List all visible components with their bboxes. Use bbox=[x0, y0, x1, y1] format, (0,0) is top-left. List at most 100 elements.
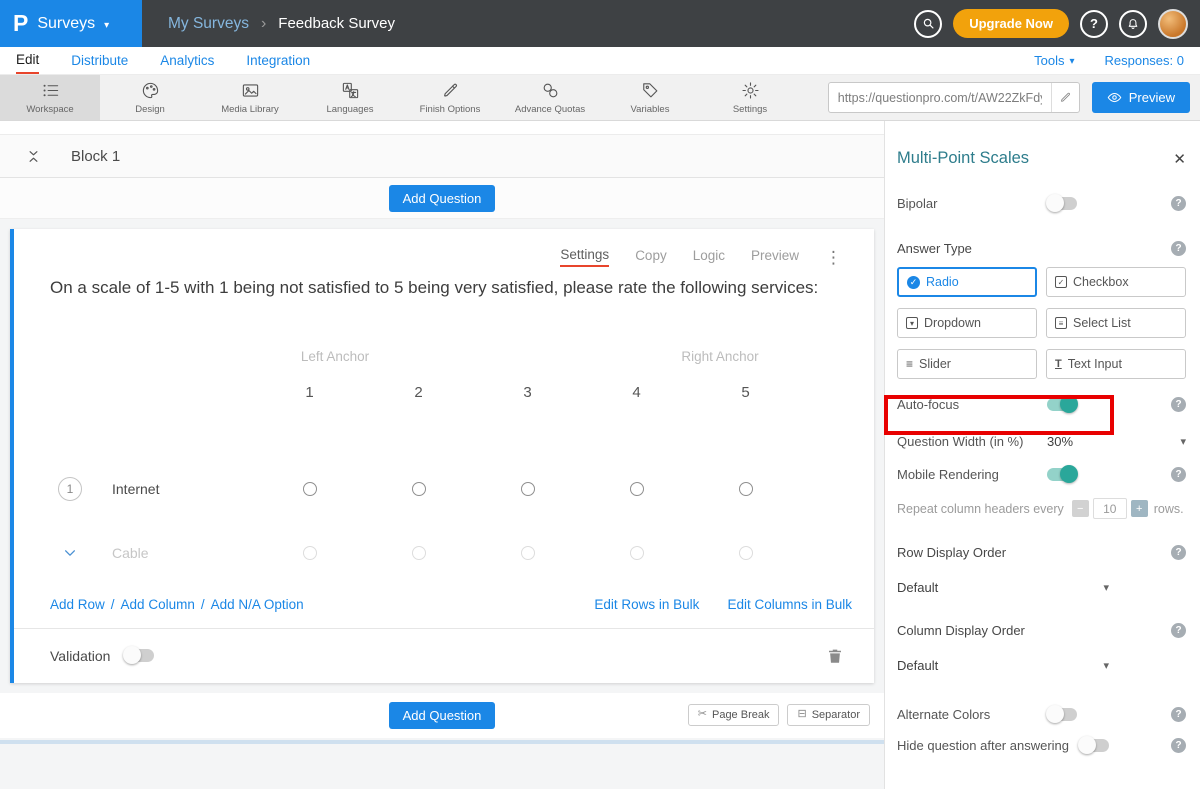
repeat-headers-input[interactable] bbox=[1093, 498, 1127, 519]
answer-type-radio[interactable]: ✓ Radio bbox=[897, 267, 1037, 297]
validation-toggle[interactable] bbox=[124, 649, 154, 662]
help-icon[interactable]: ? bbox=[1171, 397, 1186, 412]
radio-button[interactable] bbox=[630, 482, 644, 496]
edit-rows-bulk-link[interactable]: Edit Rows in Bulk bbox=[594, 597, 699, 612]
answer-type-select-list[interactable]: ≡ Select List bbox=[1046, 308, 1186, 338]
help-icon[interactable]: ? bbox=[1171, 545, 1186, 560]
question-tab-logic[interactable]: Logic bbox=[693, 248, 725, 266]
left-anchor-label[interactable]: Left Anchor bbox=[255, 349, 415, 364]
question-text[interactable]: On a scale of 1-5 with 1 being not satis… bbox=[50, 275, 842, 301]
column-display-order-row: Column Display Order ? bbox=[897, 623, 1186, 638]
radio-button[interactable] bbox=[303, 546, 317, 560]
toolbar-settings[interactable]: Settings bbox=[700, 75, 800, 120]
question-width-value[interactable]: 30% bbox=[1047, 434, 1073, 449]
upgrade-button[interactable]: Upgrade Now bbox=[953, 9, 1069, 38]
help-icon[interactable]: ? bbox=[1171, 467, 1186, 482]
scale-point-4[interactable]: 4 bbox=[582, 384, 691, 401]
delete-question-button[interactable] bbox=[826, 647, 844, 665]
alternate-colors-toggle[interactable] bbox=[1047, 708, 1077, 721]
column-display-order-select[interactable]: Default ▾ bbox=[897, 658, 1109, 673]
row-display-order-select[interactable]: Default ▾ bbox=[897, 580, 1109, 595]
help-icon[interactable]: ? bbox=[1171, 241, 1186, 256]
collapse-block-button[interactable] bbox=[26, 149, 41, 164]
scale-point-5[interactable]: 5 bbox=[691, 384, 800, 401]
add-na-option-link[interactable]: Add N/A Option bbox=[211, 597, 304, 612]
survey-editor: Block 1 Add Question Settings Copy Logic… bbox=[0, 121, 884, 789]
scale-point-2[interactable]: 2 bbox=[364, 384, 473, 401]
responses-count[interactable]: Responses: 0 bbox=[1105, 53, 1185, 68]
radio-button[interactable] bbox=[739, 546, 753, 560]
question-tab-settings[interactable]: Settings bbox=[560, 247, 609, 267]
help-button[interactable]: ? bbox=[1080, 10, 1108, 38]
topbar: P Surveys ▾ My Surveys › Feedback Survey… bbox=[0, 0, 1200, 47]
breadcrumb-my-surveys[interactable]: My Surveys bbox=[168, 15, 249, 33]
survey-url-input[interactable] bbox=[829, 91, 1051, 105]
page-break-button[interactable]: ✂ Page Break bbox=[688, 704, 780, 726]
increment-button[interactable]: + bbox=[1131, 500, 1148, 517]
separator-button[interactable]: ⊟ Separator bbox=[787, 704, 870, 726]
nav-right: Tools ▾ Responses: 0 bbox=[1034, 53, 1184, 68]
bipolar-toggle[interactable] bbox=[1047, 197, 1077, 210]
answer-type-row: Answer Type ? bbox=[897, 241, 1186, 256]
notifications-button[interactable] bbox=[1119, 10, 1147, 38]
add-row-link[interactable]: Add Row bbox=[50, 597, 105, 612]
question-tab-copy[interactable]: Copy bbox=[635, 248, 667, 266]
product-switcher[interactable]: P Surveys ▾ bbox=[0, 0, 142, 47]
row-drag-handle[interactable]: 1 bbox=[58, 477, 82, 501]
search-button[interactable] bbox=[914, 10, 942, 38]
mobile-rendering-toggle[interactable] bbox=[1047, 468, 1077, 481]
tab-edit[interactable]: Edit bbox=[16, 47, 39, 74]
add-column-link[interactable]: Add Column bbox=[121, 597, 195, 612]
preview-button[interactable]: Preview bbox=[1092, 82, 1190, 113]
bottom-bar: Add Question ✂ Page Break ⊟ Separator bbox=[0, 693, 884, 738]
more-options-icon[interactable]: ⋮ bbox=[825, 249, 842, 266]
tab-analytics[interactable]: Analytics bbox=[160, 47, 214, 74]
radio-button[interactable] bbox=[630, 546, 644, 560]
radio-button[interactable] bbox=[521, 482, 535, 496]
avatar[interactable] bbox=[1158, 9, 1188, 39]
scale-point-1[interactable]: 1 bbox=[255, 384, 364, 401]
row-label[interactable]: Internet bbox=[112, 481, 159, 497]
radio-button[interactable] bbox=[521, 546, 535, 560]
add-question-button-bottom[interactable]: Add Question bbox=[389, 702, 496, 729]
edit-url-button[interactable] bbox=[1051, 83, 1079, 112]
row-label[interactable]: Cable bbox=[112, 545, 149, 561]
toolbar-workspace[interactable]: Workspace bbox=[0, 75, 100, 120]
radio-button[interactable] bbox=[412, 482, 426, 496]
add-question-button-top[interactable]: Add Question bbox=[389, 185, 496, 212]
validation-label: Validation bbox=[50, 648, 110, 664]
answer-type-text-input[interactable]: T Text Input bbox=[1046, 349, 1186, 379]
scale-point-3[interactable]: 3 bbox=[473, 384, 582, 401]
help-icon[interactable]: ? bbox=[1171, 623, 1186, 638]
tab-integration[interactable]: Integration bbox=[246, 47, 310, 74]
toolbar-media-library[interactable]: Media Library bbox=[200, 75, 300, 120]
toolbar-design[interactable]: Design bbox=[100, 75, 200, 120]
edit-columns-bulk-link[interactable]: Edit Columns in Bulk bbox=[727, 597, 852, 612]
close-icon[interactable]: ✕ bbox=[1173, 150, 1186, 168]
rows-suffix-label: rows. bbox=[1154, 502, 1184, 516]
toolbar-languages[interactable]: Languages bbox=[300, 75, 400, 120]
help-icon[interactable]: ? bbox=[1171, 738, 1186, 753]
toolbar-label: Settings bbox=[733, 104, 767, 115]
caret-down-icon[interactable]: ▾ bbox=[1180, 435, 1186, 448]
row-expand-button[interactable] bbox=[58, 545, 82, 561]
radio-button[interactable] bbox=[303, 482, 317, 496]
toolbar-finish-options[interactable]: Finish Options bbox=[400, 75, 500, 120]
help-icon[interactable]: ? bbox=[1171, 707, 1186, 722]
decrement-button[interactable]: − bbox=[1072, 500, 1089, 517]
tools-menu[interactable]: Tools ▾ bbox=[1034, 53, 1074, 68]
help-icon: ? bbox=[1090, 16, 1098, 31]
question-tab-preview[interactable]: Preview bbox=[751, 248, 799, 266]
answer-type-dropdown[interactable]: ▾ Dropdown bbox=[897, 308, 1037, 338]
radio-button[interactable] bbox=[412, 546, 426, 560]
auto-focus-toggle[interactable] bbox=[1047, 398, 1077, 411]
help-icon[interactable]: ? bbox=[1171, 196, 1186, 211]
answer-type-slider[interactable]: ≡ Slider bbox=[897, 349, 1037, 379]
radio-button[interactable] bbox=[739, 482, 753, 496]
answer-type-checkbox[interactable]: ✓ Checkbox bbox=[1046, 267, 1186, 297]
right-anchor-label[interactable]: Right Anchor bbox=[640, 349, 800, 364]
hide-after-toggle[interactable] bbox=[1079, 739, 1109, 752]
toolbar-advance-quotas[interactable]: Advance Quotas bbox=[500, 75, 600, 120]
tab-distribute[interactable]: Distribute bbox=[71, 47, 128, 74]
toolbar-variables[interactable]: Variables bbox=[600, 75, 700, 120]
